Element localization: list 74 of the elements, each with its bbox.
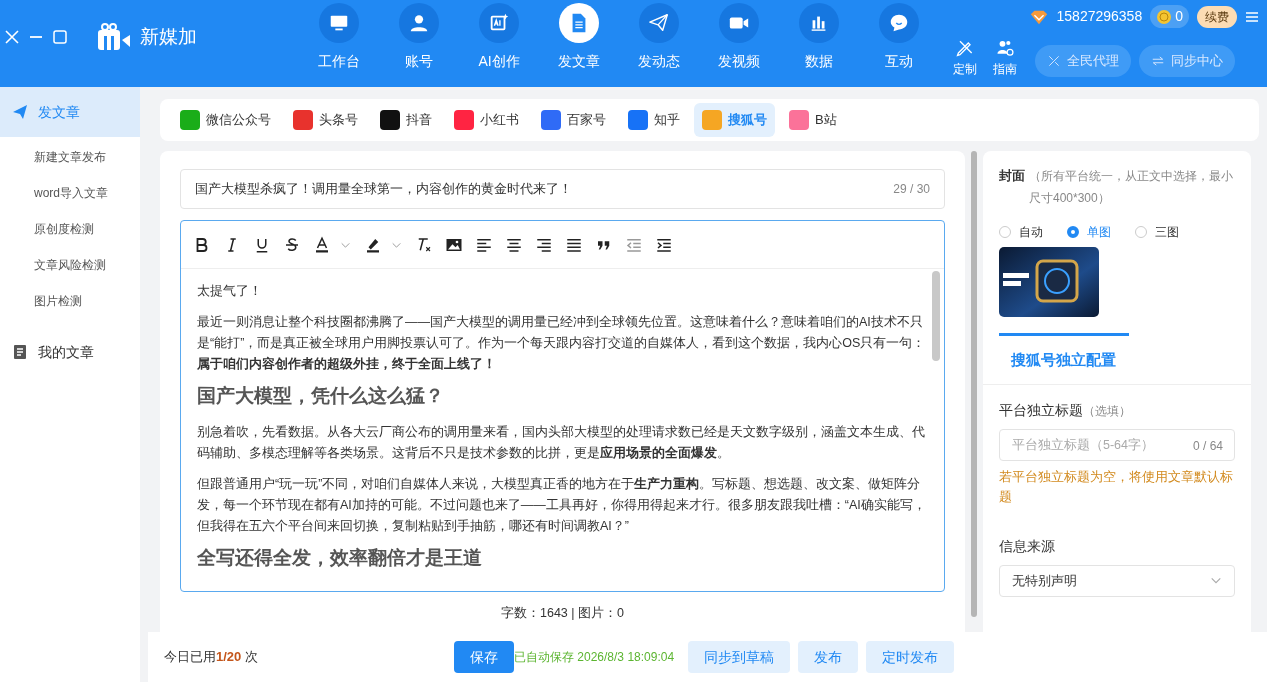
document-icon <box>12 344 28 360</box>
platform-tab[interactable]: 微信公众号 <box>172 103 279 137</box>
app-name: 新媒加 <box>140 24 197 49</box>
header-button[interactable]: 同步中心 <box>1139 45 1235 77</box>
sidebar-item[interactable]: word导入文章 <box>0 175 140 211</box>
scrollbar[interactable] <box>932 271 940 361</box>
platform-tab[interactable]: 抖音 <box>372 103 440 137</box>
source-dropdown[interactable]: 无特别声明 <box>999 565 1235 598</box>
sidebar-item[interactable]: 新建文章发布 <box>0 139 140 175</box>
footer-button[interactable]: 发布 <box>798 641 859 673</box>
font-color-icon[interactable] <box>313 235 331 254</box>
nav-tab[interactable]: 工作台 <box>299 3 379 72</box>
scrollbar[interactable] <box>971 151 977 617</box>
sync-arrows-icon <box>1151 54 1165 68</box>
paper-plane-icon <box>12 104 28 120</box>
renew-button[interactable]: 续费 <box>1197 5 1237 28</box>
save-button[interactable]: 保存 <box>454 641 514 673</box>
radio-option[interactable]: 单图 <box>1067 223 1111 241</box>
pencil-ruler-icon <box>955 38 975 58</box>
platform-tab[interactable]: 头条号 <box>285 103 366 137</box>
nav-tab[interactable]: 数据 <box>779 3 859 72</box>
field-label: 平台独立标题 <box>999 402 1083 418</box>
nav-tab[interactable]: AI创作 <box>459 3 539 72</box>
paragraph: 最近一则消息让整个科技圈都沸腾了——国产大模型的调用量已经冲到全球领先位置。这意味着什么？意味着咱们的AI技术不只是“能打”，而是真正被全球用户用脚投票认可了。作为一个每天跟内容打交道的自媒体人，看到这个数据，我内心OS只有一句：属于咱们内容创作者的超级外挂，终于全面上线了！ <box>197 314 927 373</box>
optional-note: （选填） <box>1083 403 1131 418</box>
nav-tab[interactable]: 发动态 <box>619 3 699 72</box>
maximize-icon[interactable] <box>52 29 68 45</box>
person-icon <box>408 12 430 34</box>
footer-button[interactable]: 定时发布 <box>866 641 955 673</box>
coin-icon <box>1156 8 1173 25</box>
sidebar-item[interactable]: 文章风险检测 <box>0 247 140 283</box>
menu-icon[interactable] <box>1245 9 1259 24</box>
paper-plane-icon <box>648 12 670 34</box>
radio-button[interactable] <box>1067 226 1079 238</box>
phone-number: 15827296358 <box>1056 7 1143 26</box>
platform-tab[interactable]: 搜狐号 <box>694 103 775 137</box>
footer-button[interactable]: 同步到草稿 <box>688 641 791 673</box>
character-counter: 0 / 64 <box>1192 438 1223 455</box>
platform-tab[interactable]: 小红书 <box>446 103 527 137</box>
close-icon[interactable] <box>4 29 20 45</box>
radio-option[interactable]: 三图 <box>1135 223 1179 241</box>
nav-tab[interactable]: 账号 <box>379 3 459 72</box>
nav-tab[interactable]: 互动 <box>859 3 939 72</box>
section-heading: 国产大模型，凭什么这么猛？ <box>197 385 445 408</box>
paragraph: 但跟普通用户“玩一玩”不同，对咱们自媒体人来说，大模型真正香的地方在于生产力重构。写标题、想选题、改文案、做矩阵分发，每一个环节现在都有AI加持的可能。不过问题也来了——工具再好，你得用得起来才行。很多朋友跟我吐槽：“AI确实能写，但我得在五六个平台间来回切换，复制粘贴到手抽筋，哪还有时间调教AI？” <box>197 475 927 535</box>
paragraph: 别急着吹，先看数据。从各大云厂商公布的调用量来看，国内头部大模型的处理请求数已经是天文数字级别，涵盖文本生成、代码辅助、多模态理解等各类场景。这背后不只是技术参数的比拼，更是应用场景的全面爆发。 <box>197 423 926 462</box>
coin-balance: 0 <box>1150 5 1189 28</box>
sidebar-item[interactable]: 原创度检测 <box>0 211 140 247</box>
autosave-status: 已自动保存 2026/8/3 18:09:04 <box>514 649 675 666</box>
usage-counter: 今日已用1/20 次 <box>164 648 259 667</box>
warning-text: 若平台独立标题为空，将使用文章默认标题 <box>999 469 1234 506</box>
strikethrough-icon[interactable] <box>283 235 301 254</box>
people-icon <box>995 38 1015 58</box>
toolbar-button[interactable]: 指南 <box>985 38 1025 78</box>
camera-logo-icon <box>98 22 132 52</box>
cover-label: 封面 <box>999 168 1025 185</box>
cover-hint: （所有平台统一，从正文中选择，最小尺寸400*300） <box>1029 168 1234 207</box>
sidebar-section[interactable]: 发文章 <box>0 87 140 137</box>
sidebar-item[interactable]: 图片检测 <box>0 283 140 319</box>
field-label: 信息来源 <box>999 538 1056 556</box>
section-heading: 全写还得全发，效率翻倍才是王道 <box>197 546 483 570</box>
platform-tab[interactable]: 百家号 <box>533 103 614 137</box>
chat-bubble-icon <box>888 12 910 34</box>
nav-tab[interactable]: 发文章 <box>539 3 619 72</box>
config-tab[interactable]: 搜狐号独立配置 <box>999 333 1129 384</box>
toolbar-button[interactable]: 定制 <box>945 38 985 78</box>
header-button[interactable]: 全民代理 <box>1035 45 1131 77</box>
word-count: 字数：1643 | 图片：0 <box>500 605 625 622</box>
title-field[interactable]: 国产大模型杀疯了！调用量全球第一，内容创作的黄金时代来了！ 29 / 30 <box>180 169 945 209</box>
platform-tab[interactable]: 知乎 <box>620 103 688 137</box>
paragraph: 太提气了！ <box>197 283 263 300</box>
radio-option[interactable]: 自动 <box>999 223 1043 241</box>
nav-tab[interactable]: 发视频 <box>699 3 779 72</box>
platform-tab[interactable]: B站 <box>781 103 845 137</box>
